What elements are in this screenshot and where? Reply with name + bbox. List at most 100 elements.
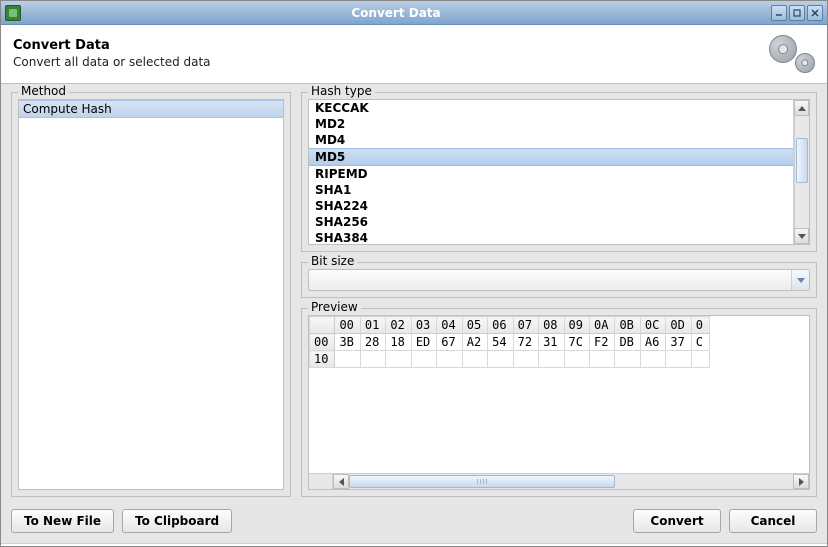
hex-cell[interactable]: A6	[640, 334, 665, 351]
preview-hscroll[interactable]	[309, 473, 809, 489]
to-new-file-button[interactable]: To New File	[11, 509, 114, 533]
hex-cell[interactable]	[691, 351, 709, 368]
scroll-left-button[interactable]	[333, 474, 349, 489]
scroll-up-button[interactable]	[794, 100, 809, 116]
hash-type-item[interactable]: SHA384	[309, 230, 793, 244]
hex-column-header[interactable]: 08	[539, 317, 564, 334]
method-item[interactable]: Compute Hash	[19, 100, 283, 118]
hex-cell[interactable]	[462, 351, 487, 368]
chevron-down-icon	[797, 278, 805, 283]
hex-cell[interactable]	[360, 351, 385, 368]
chevron-left-icon	[339, 478, 344, 486]
hex-cell[interactable]: 31	[539, 334, 564, 351]
hash-type-item[interactable]: MD2	[309, 116, 793, 132]
hscroll-track[interactable]	[349, 474, 793, 489]
hex-cell[interactable]: C	[691, 334, 709, 351]
hash-type-list[interactable]: KECCAKMD2MD4MD5RIPEMDSHA1SHA224SHA256SHA…	[309, 100, 793, 244]
hex-column-header[interactable]: 09	[564, 317, 589, 334]
footer: To New File To Clipboard Convert Cancel	[1, 501, 827, 543]
hex-cell[interactable]: 7C	[564, 334, 589, 351]
hex-column-header[interactable]: 06	[488, 317, 513, 334]
hex-cell[interactable]	[666, 351, 691, 368]
hex-cell[interactable]	[539, 351, 564, 368]
convert-data-window: Convert Data Convert Data Convert all da…	[0, 0, 828, 547]
maximize-button[interactable]	[789, 5, 805, 21]
convert-button[interactable]: Convert	[633, 509, 721, 533]
hex-column-header[interactable]: 0D	[666, 317, 691, 334]
maximize-icon	[792, 8, 802, 18]
minimize-button[interactable]	[771, 5, 787, 21]
hex-cell[interactable]: F2	[589, 334, 614, 351]
hex-cell[interactable]: 18	[386, 334, 411, 351]
preview-inner[interactable]: 000102030405060708090A0B0C0D0003B2818ED6…	[309, 316, 809, 473]
right-column: Hash type KECCAKMD2MD4MD5RIPEMDSHA1SHA22…	[301, 92, 817, 497]
page-subtitle: Convert all data or selected data	[13, 55, 767, 69]
preview-pane: 000102030405060708090A0B0C0D0003B2818ED6…	[308, 315, 810, 490]
method-group: Method Compute Hash	[11, 92, 291, 497]
hex-column-header[interactable]: 0	[691, 317, 709, 334]
scroll-down-button[interactable]	[794, 228, 809, 244]
hex-column-header[interactable]: 02	[386, 317, 411, 334]
method-column: Method Compute Hash	[11, 92, 291, 497]
header: Convert Data Convert all data or selecte…	[1, 25, 827, 84]
titlebar[interactable]: Convert Data	[1, 1, 827, 25]
bit-size-group: Bit size	[301, 262, 817, 298]
hex-cell[interactable]: 54	[488, 334, 513, 351]
hash-type-item[interactable]: SHA224	[309, 198, 793, 214]
cancel-button[interactable]: Cancel	[729, 509, 817, 533]
hex-column-header[interactable]: 0A	[589, 317, 614, 334]
gears-icon	[767, 33, 815, 73]
scroll-right-button[interactable]	[793, 474, 809, 489]
content: Method Compute Hash Hash type KECCAKMD2M…	[1, 84, 827, 501]
hex-cell[interactable]: 37	[666, 334, 691, 351]
method-list[interactable]: Compute Hash	[18, 99, 284, 490]
hex-column-header[interactable]: 0B	[615, 317, 640, 334]
hex-cell[interactable]: 72	[513, 334, 538, 351]
statusbar	[1, 543, 827, 546]
hex-cell[interactable]: 67	[437, 334, 462, 351]
bit-size-combo[interactable]	[308, 269, 810, 291]
hex-cell[interactable]	[513, 351, 538, 368]
chevron-down-icon	[798, 234, 806, 239]
hash-type-item[interactable]: MD5	[309, 148, 793, 166]
hex-cell[interactable]	[589, 351, 614, 368]
hash-type-item[interactable]: KECCAK	[309, 100, 793, 116]
hex-cell[interactable]	[640, 351, 665, 368]
hex-cell[interactable]	[615, 351, 640, 368]
hex-cell[interactable]	[437, 351, 462, 368]
hex-column-header[interactable]: 03	[411, 317, 436, 334]
bit-size-dropdown-button[interactable]	[791, 270, 809, 290]
hex-column-header[interactable]: 05	[462, 317, 487, 334]
hash-type-scrollbar[interactable]	[793, 100, 809, 244]
hash-type-item[interactable]: MD4	[309, 132, 793, 148]
hex-cell[interactable]	[488, 351, 513, 368]
hash-type-item[interactable]: SHA256	[309, 214, 793, 230]
hex-cell[interactable]: ED	[411, 334, 436, 351]
page-title: Convert Data	[13, 38, 767, 53]
hex-cell[interactable]	[386, 351, 411, 368]
header-text: Convert Data Convert all data or selecte…	[13, 38, 767, 69]
bit-size-value[interactable]	[309, 270, 791, 290]
hash-type-item[interactable]: SHA1	[309, 182, 793, 198]
scroll-thumb[interactable]	[796, 138, 808, 183]
hex-cell[interactable]: DB	[615, 334, 640, 351]
hex-column-header[interactable]: 07	[513, 317, 538, 334]
window-controls	[771, 5, 823, 21]
hash-type-item[interactable]: RIPEMD	[309, 166, 793, 182]
hex-column-header[interactable]: 00	[335, 317, 360, 334]
hex-column-header[interactable]: 04	[437, 317, 462, 334]
hex-cell[interactable]: A2	[462, 334, 487, 351]
hex-column-header[interactable]: 01	[360, 317, 385, 334]
hex-cell[interactable]	[411, 351, 436, 368]
hscroll-thumb[interactable]	[349, 475, 615, 488]
hex-cell[interactable]: 3B	[335, 334, 360, 351]
hex-cell[interactable]	[335, 351, 360, 368]
close-button[interactable]	[807, 5, 823, 21]
chevron-right-icon	[799, 478, 804, 486]
hex-cell[interactable]: 28	[360, 334, 385, 351]
scroll-track[interactable]	[794, 116, 809, 228]
hash-type-group: Hash type KECCAKMD2MD4MD5RIPEMDSHA1SHA22…	[301, 92, 817, 252]
hex-cell[interactable]	[564, 351, 589, 368]
hex-column-header[interactable]: 0C	[640, 317, 665, 334]
to-clipboard-button[interactable]: To Clipboard	[122, 509, 232, 533]
